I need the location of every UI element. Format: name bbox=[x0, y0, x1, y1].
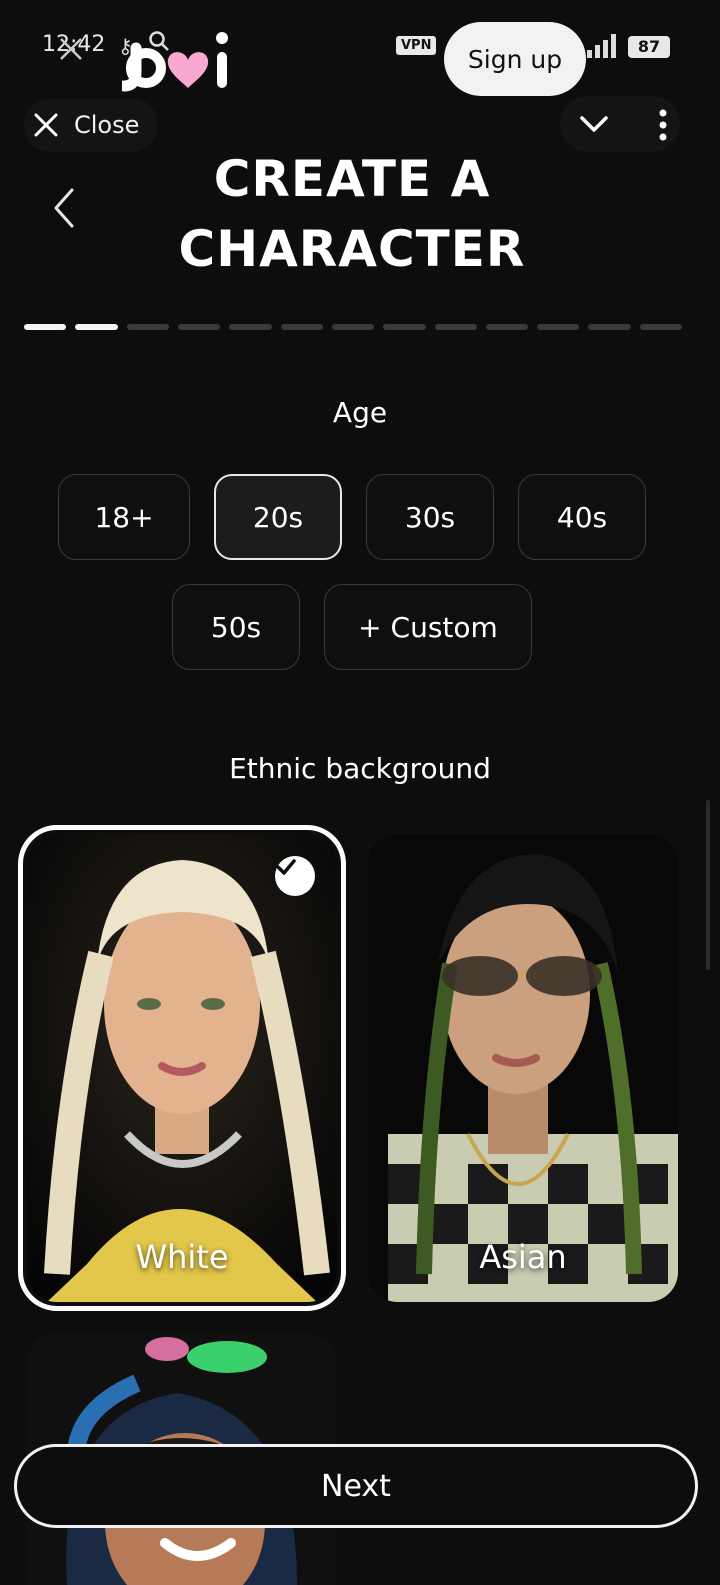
progress-segment bbox=[75, 324, 118, 330]
app-logo bbox=[122, 32, 228, 92]
portrait-image bbox=[368, 834, 678, 1302]
ethnicity-card-white[interactable]: White bbox=[18, 825, 346, 1311]
progress-segment bbox=[383, 324, 426, 330]
progress-segment bbox=[588, 324, 631, 330]
close-icon bbox=[34, 113, 58, 137]
chevron-down-icon[interactable] bbox=[578, 110, 610, 138]
age-option-20s[interactable]: 20s bbox=[214, 474, 342, 560]
progress-segment bbox=[24, 324, 67, 330]
more-vert-icon[interactable] bbox=[652, 108, 674, 142]
age-option-30s[interactable]: 30s bbox=[366, 474, 494, 560]
signup-button[interactable]: Sign up bbox=[444, 22, 586, 96]
scrollbar[interactable] bbox=[706, 800, 710, 970]
status-bar: 12:42 ⚷ VPN 87 bbox=[0, 0, 720, 90]
progress-segment bbox=[434, 324, 477, 330]
age-option-18[interactable]: 18+ bbox=[58, 474, 190, 560]
progress-segment bbox=[229, 324, 272, 330]
close-icon bbox=[60, 38, 82, 60]
ethnicity-label-asian: Asian bbox=[479, 1238, 567, 1276]
step-progress bbox=[24, 324, 683, 330]
age-section-title: Age bbox=[332, 396, 388, 429]
ethnicity-section-title: Ethnic background bbox=[229, 752, 491, 785]
close-label: Close bbox=[74, 111, 140, 139]
progress-segment bbox=[537, 324, 580, 330]
age-option-custom[interactable]: + Custom bbox=[324, 584, 532, 670]
ethnicity-label-white: White bbox=[135, 1238, 229, 1276]
progress-segment bbox=[485, 324, 529, 330]
signal-icon bbox=[587, 34, 616, 58]
progress-segment bbox=[126, 324, 169, 330]
progress-segment bbox=[280, 324, 323, 330]
age-option-40s[interactable]: 40s bbox=[518, 474, 646, 560]
close-button[interactable]: Close bbox=[24, 98, 158, 152]
progress-segment bbox=[177, 324, 221, 330]
progress-segment bbox=[639, 324, 683, 330]
ethnicity-card-asian[interactable]: Asian bbox=[368, 834, 678, 1302]
check-icon bbox=[276, 859, 296, 875]
age-option-50s[interactable]: 50s bbox=[172, 584, 300, 670]
back-chevron-icon[interactable] bbox=[46, 186, 82, 230]
next-button[interactable]: Next bbox=[14, 1444, 698, 1528]
selected-check bbox=[275, 856, 315, 896]
progress-segment bbox=[331, 324, 375, 330]
battery-indicator: 87 bbox=[628, 36, 670, 58]
vpn-badge: VPN bbox=[396, 36, 437, 55]
page-title: CREATE A CHARACTER bbox=[178, 150, 526, 278]
portrait-image bbox=[27, 834, 337, 1302]
